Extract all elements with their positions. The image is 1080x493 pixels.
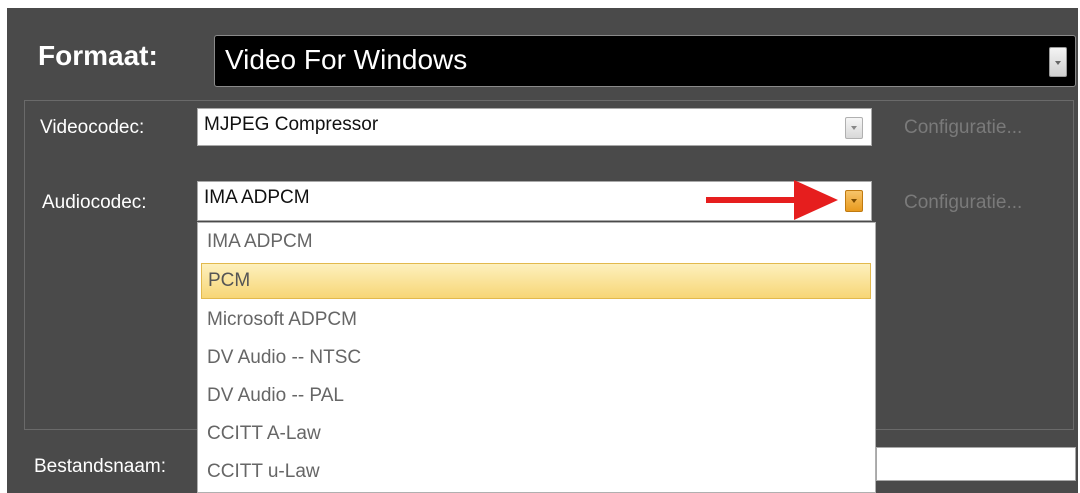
chevron-down-icon[interactable]: [845, 190, 863, 212]
video-config-button[interactable]: Configuratie...: [904, 117, 1022, 139]
red-arrow-icon: [706, 180, 838, 220]
dropdown-option-ccitt-u-law[interactable]: CCITT u-Law: [201, 455, 871, 491]
videocodec-value: MJPEG Compressor: [204, 114, 379, 135]
red-arrow-head: [794, 180, 838, 220]
format-select[interactable]: Video For Windows: [214, 35, 1076, 87]
top-edge: [0, 0, 1080, 8]
videocodec-select[interactable]: MJPEG Compressor: [197, 108, 872, 146]
videocodec-label: Videocodec:: [40, 117, 145, 138]
audio-config-button[interactable]: Configuratie...: [904, 192, 1022, 214]
audiocodec-value: IMA ADPCM: [204, 187, 310, 208]
dropdown-option-ima-adpcm[interactable]: IMA ADPCM: [201, 225, 871, 261]
dropdown-option-ccitt-a-law[interactable]: CCITT A-Law: [201, 417, 871, 453]
chevron-down-icon[interactable]: [1049, 47, 1067, 77]
export-settings-window: Formaat: Video For Windows Videocodec: M…: [0, 0, 1080, 493]
chevron-down-icon[interactable]: [845, 117, 863, 139]
dropdown-option-pcm[interactable]: PCM: [201, 263, 871, 299]
filename-label: Bestandsnaam:: [34, 456, 167, 477]
filename-input[interactable]: [876, 447, 1076, 481]
left-edge: [0, 0, 7, 493]
format-value: Video For Windows: [225, 44, 468, 75]
audiocodec-dropdown-list: IMA ADPCM PCM Microsoft ADPCM DV Audio -…: [197, 222, 876, 493]
dropdown-option-dv-audio-ntsc[interactable]: DV Audio -- NTSC: [201, 341, 871, 377]
dropdown-option-microsoft-adpcm[interactable]: Microsoft ADPCM: [201, 303, 871, 339]
dropdown-option-dv-audio-pal[interactable]: DV Audio -- PAL: [201, 379, 871, 415]
format-label: Formaat:: [38, 40, 158, 71]
audiocodec-label: Audiocodec:: [42, 192, 147, 213]
